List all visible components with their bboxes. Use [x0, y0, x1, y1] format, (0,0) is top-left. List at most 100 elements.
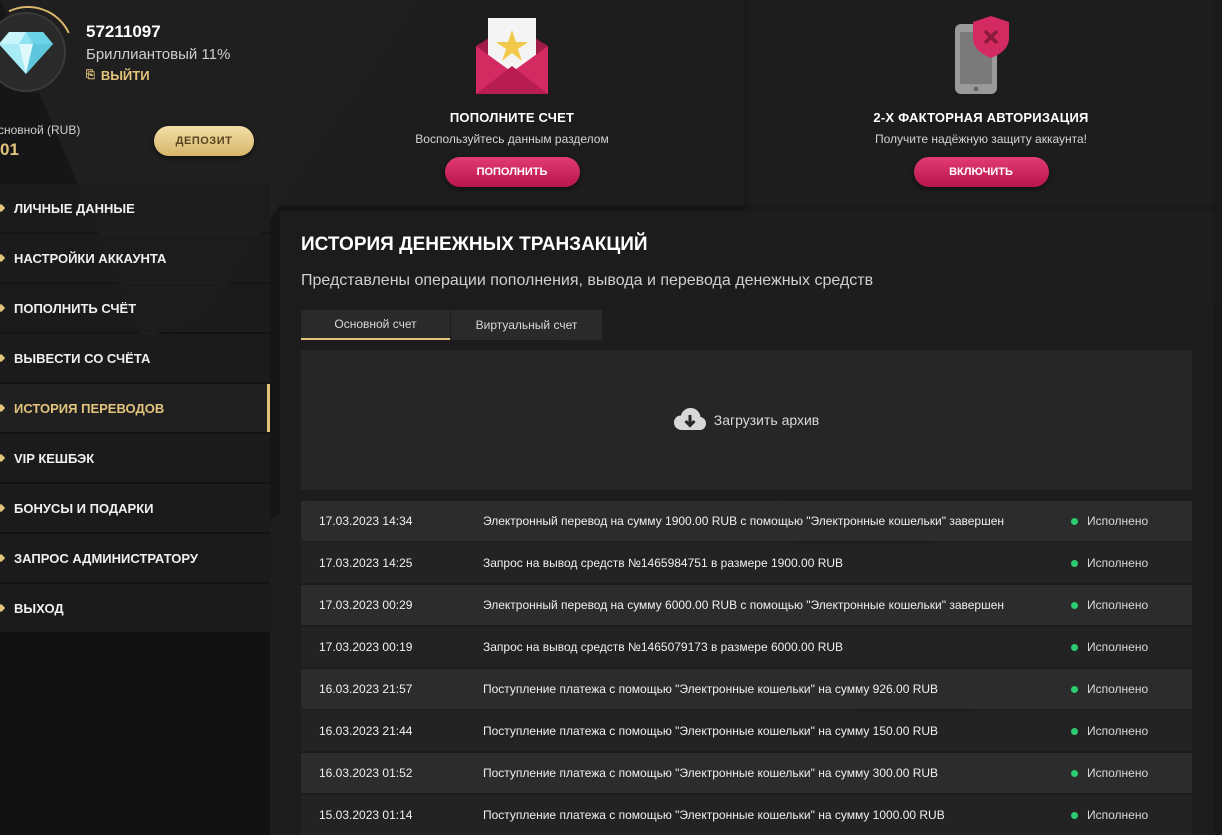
tab-main-account[interactable]: Основной счет — [301, 310, 450, 340]
bullet-icon — [0, 403, 6, 413]
row-status: Исполнено — [1069, 514, 1148, 528]
status-label: Исполнено — [1087, 724, 1149, 738]
row-status: Исполнено — [1069, 682, 1148, 696]
transaction-history-panel: ИСТОРИЯ ДЕНЕЖНЫХ ТРАНЗАКЦИЙ Представлены… — [280, 211, 1213, 835]
status-dot-icon — [1071, 727, 1078, 735]
account-tabs: Основной счет Виртуальный счет — [301, 310, 602, 340]
twofa-card-subtitle: Получите надёжную защиту аккаунта! — [874, 132, 1087, 146]
cloud-download-icon — [673, 408, 706, 430]
bullet-icon — [0, 353, 6, 363]
row-status: Исполнено — [1069, 598, 1148, 612]
twofa-card-title: 2-Х ФАКТОРНАЯ АВТОРИЗАЦИЯ — [873, 110, 1089, 125]
sidebar-item-bonuses[interactable]: БОНУСЫ И ПОДАРКИ — [0, 484, 270, 532]
sidebar-item-label: ВЫХОД — [14, 600, 64, 616]
enable-2fa-button[interactable]: ВКЛЮЧИТЬ — [913, 157, 1049, 187]
user-id: 57211097 — [86, 22, 161, 41]
status-label: Исполнено — [1087, 682, 1149, 696]
row-date: 15.03.2023 01:14 — [319, 808, 413, 822]
table-row: 17.03.2023 00:29 Электронный перевод на … — [301, 585, 1192, 625]
page-title: ИСТОРИЯ ДЕНЕЖНЫХ ТРАНЗАКЦИЙ — [301, 234, 648, 255]
status-label: Исполнено — [1087, 808, 1149, 822]
deposit-card-title: ПОПОЛНИТЕ СЧЕТ — [449, 110, 575, 125]
sidebar-item-label: ИСТОРИЯ ПЕРЕВОДОВ — [14, 400, 165, 416]
row-date: 16.03.2023 01:52 — [319, 766, 413, 780]
status-label: Исполнено — [1087, 514, 1149, 528]
bullet-icon — [0, 303, 6, 313]
tab-virtual-account[interactable]: Виртуальный счет — [451, 310, 602, 340]
status-dot-icon — [1071, 517, 1078, 525]
sidebar-item-deposit[interactable]: ПОПОЛНИТЬ СЧЁТ — [0, 284, 270, 332]
sidebar: 57211097 Бриллиантовый 11% ⎘ ВЫЙТИ сновн… — [0, 0, 270, 835]
sidebar-item-withdraw[interactable]: ВЫВЕСТИ СО СЧЁТА — [0, 334, 270, 382]
row-description: Поступление платежа с помощью "Электронн… — [483, 682, 939, 696]
status-label: Исполнено — [1087, 766, 1149, 780]
sidebar-item-account-settings[interactable]: НАСТРОЙКИ АККАУНТА — [0, 234, 270, 282]
table-row: 17.03.2023 14:34 Электронный перевод на … — [301, 501, 1192, 541]
row-date: 16.03.2023 21:57 — [319, 682, 413, 696]
sidebar-item-label: ЗАПРОС АДМИНИСТРАТОРУ — [14, 550, 198, 566]
deposit-card-subtitle: Воспользуйтесь данным разделом — [415, 132, 609, 146]
status-dot-icon — [1071, 601, 1078, 609]
sidebar-item-vip-cashback[interactable]: VIP КЕШБЭК — [0, 434, 270, 482]
row-description: Электронный перевод на сумму 1900.00 RUB… — [483, 514, 1005, 528]
sidebar-item-exit[interactable]: ВЫХОД — [0, 584, 270, 632]
deposit-card: ПОПОЛНИТЕ СЧЕТ Воспользуйтесь данным раз… — [280, 0, 744, 205]
row-description: Электронный перевод на сумму 6000.00 RUB… — [483, 598, 1005, 612]
row-status: Исполнено — [1069, 556, 1148, 570]
status-dot-icon — [1071, 769, 1078, 777]
status-label: Исполнено — [1087, 640, 1149, 654]
status-dot-icon — [1071, 685, 1078, 693]
table-row: 17.03.2023 00:19 Запрос на вывод средств… — [301, 627, 1192, 667]
sidebar-item-label: НАСТРОЙКИ АККАУНТА — [14, 250, 167, 266]
bullet-icon — [0, 553, 6, 563]
table-row: 17.03.2023 14:25 Запрос на вывод средств… — [301, 543, 1192, 583]
row-description: Поступление платежа с помощью "Электронн… — [483, 724, 939, 738]
status-label: Исполнено — [1087, 556, 1149, 570]
twofa-card: 2-Х ФАКТОРНАЯ АВТОРИЗАЦИЯ Получите надёж… — [749, 0, 1213, 205]
bullet-icon — [0, 203, 6, 213]
page-subtitle: Представлены операции пополнения, вывода… — [301, 272, 874, 289]
sidebar-item-label: ПОПОЛНИТЬ СЧЁТ — [14, 300, 137, 316]
bullet-icon — [0, 253, 6, 263]
download-archive-button[interactable]: Загрузить архив — [301, 350, 1192, 490]
envelope-star-icon — [467, 16, 557, 96]
row-description: Поступление платежа с помощью "Электронн… — [483, 766, 939, 780]
sidebar-item-admin-request[interactable]: ЗАПРОС АДМИНИСТРАТОРУ — [0, 534, 270, 582]
bullet-icon — [0, 603, 6, 613]
sidebar-item-label: ЛИЧНЫЕ ДАННЫЕ — [14, 200, 135, 216]
balance-label: сновной (RUB) — [0, 123, 81, 137]
table-row: 16.03.2023 21:44 Поступление платежа с п… — [301, 711, 1192, 751]
logout-label: ВЫЙТИ — [100, 68, 150, 83]
status-dot-icon — [1071, 643, 1078, 651]
row-status: Исполнено — [1069, 766, 1148, 780]
profile-panel: 57211097 Бриллиантовый 11% ⎘ ВЫЙТИ сновн… — [0, 0, 270, 180]
row-date: 17.03.2023 00:19 — [319, 640, 413, 654]
row-date: 17.03.2023 14:34 — [319, 514, 413, 528]
row-date: 16.03.2023 21:44 — [319, 724, 413, 738]
logout-link[interactable]: ⎘ ВЫЙТИ — [86, 68, 150, 83]
diamond-icon — [0, 32, 53, 74]
deposit-button[interactable]: ДЕПОЗИТ — [154, 126, 254, 156]
sidebar-item-label: ВЫВЕСТИ СО СЧЁТА — [14, 350, 151, 366]
status-label: Исполнено — [1087, 598, 1149, 612]
row-status: Исполнено — [1069, 724, 1148, 738]
sidebar-menu: ЛИЧНЫЕ ДАННЫЕ НАСТРОЙКИ АККАУНТА ПОПОЛНИ… — [0, 184, 270, 634]
table-row: 16.03.2023 21:57 Поступление платежа с п… — [301, 669, 1192, 709]
vip-level: Бриллиантовый 11% — [86, 46, 231, 63]
download-archive-label: Загрузить архив — [713, 412, 820, 428]
row-date: 17.03.2023 00:29 — [319, 598, 413, 612]
balance-value: 01 — [0, 140, 19, 159]
table-row: 16.03.2023 01:52 Поступление платежа с п… — [301, 753, 1192, 793]
row-status: Исполнено — [1069, 640, 1148, 654]
transactions-table: 17.03.2023 14:34 Электронный перевод на … — [301, 501, 1192, 835]
sidebar-item-transfer-history[interactable]: ИСТОРИЯ ПЕРЕВОДОВ — [0, 384, 270, 432]
status-dot-icon — [1071, 559, 1078, 567]
row-description: Поступление платежа с помощью "Электронн… — [483, 808, 945, 822]
sidebar-item-label: VIP КЕШБЭК — [14, 450, 95, 466]
sidebar-item-personal-data[interactable]: ЛИЧНЫЕ ДАННЫЕ — [0, 184, 270, 232]
sidebar-item-label: БОНУСЫ И ПОДАРКИ — [14, 500, 154, 516]
row-date: 17.03.2023 14:25 — [319, 556, 413, 570]
top-up-button[interactable]: ПОПОЛНИТЬ — [444, 157, 580, 187]
bullet-icon — [0, 503, 6, 513]
status-dot-icon — [1071, 811, 1078, 819]
